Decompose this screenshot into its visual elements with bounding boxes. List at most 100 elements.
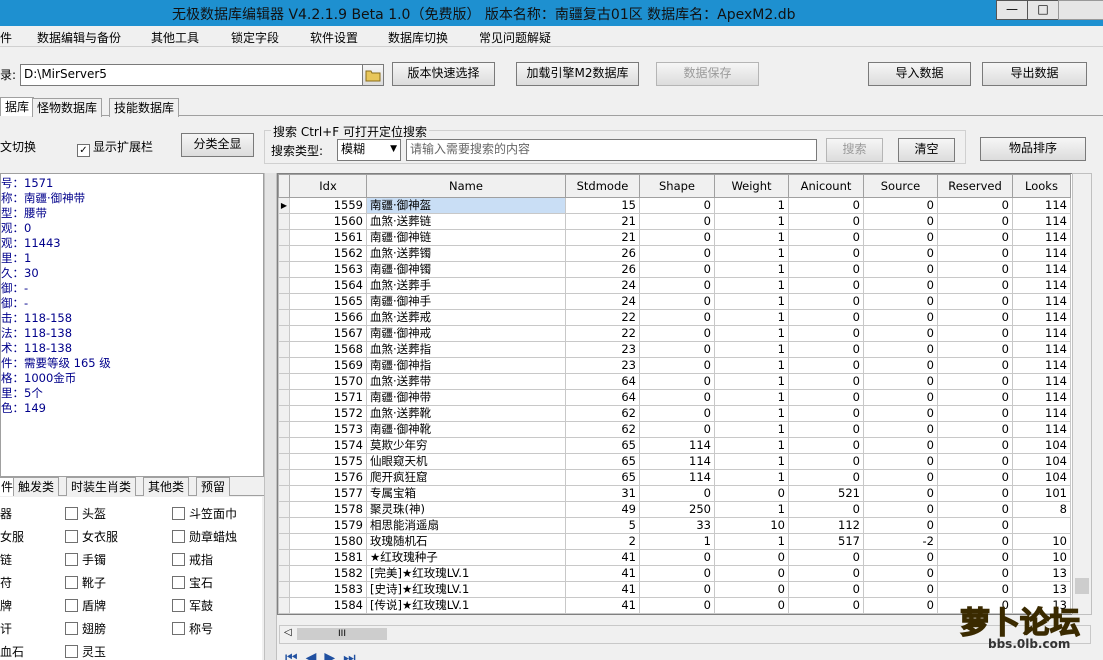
table-row[interactable]: 1580 玫瑰随机石 2 1 1 517 -2 0 10 — [278, 533, 1071, 550]
clear-button[interactable]: 清空 — [898, 138, 955, 162]
table-cell[interactable]: 26 — [565, 261, 640, 278]
table-cell[interactable]: 0 — [863, 453, 938, 470]
table-cell[interactable]: 114 — [1012, 213, 1071, 230]
table-cell[interactable]: 0 — [937, 245, 1013, 262]
maximize-button[interactable]: □ — [1027, 0, 1059, 20]
table-cell[interactable]: 0 — [937, 469, 1013, 486]
table-cell[interactable]: 0 — [863, 229, 938, 246]
table-cell[interactable]: 0 — [937, 501, 1013, 518]
table-cell[interactable]: 南疆·御神镯 — [366, 261, 566, 278]
table-cell[interactable]: 1 — [714, 389, 789, 406]
save-button[interactable]: 数据保存 — [656, 62, 759, 86]
table-cell[interactable]: 0 — [937, 309, 1013, 326]
table-cell[interactable]: 1 — [639, 533, 715, 550]
table-cell[interactable]: 0 — [937, 549, 1013, 566]
export-button[interactable]: 导出数据 — [982, 62, 1087, 86]
table-cell[interactable]: 0 — [639, 341, 715, 358]
table-row[interactable]: 1568 血煞·送葬指 23 0 1 0 0 0 114 — [278, 341, 1071, 358]
table-cell[interactable]: 1 — [714, 245, 789, 262]
table-cell[interactable]: 0 — [937, 341, 1013, 358]
category-checkbox[interactable]: 头盔 — [65, 505, 106, 522]
load-m2-button[interactable]: 加载引擎M2数据库 — [516, 62, 639, 86]
table-cell[interactable]: 0 — [863, 325, 938, 342]
table-cell[interactable]: 21 — [565, 213, 640, 230]
table-cell[interactable]: 血煞·送葬链 — [366, 213, 566, 230]
row-indicator[interactable] — [278, 501, 290, 518]
table-cell[interactable]: 22 — [565, 309, 640, 326]
table-cell[interactable]: 114 — [1012, 293, 1071, 310]
search-button[interactable]: 搜索 — [826, 138, 883, 162]
table-cell[interactable]: 1 — [714, 325, 789, 342]
minimize-button[interactable]: — — [996, 0, 1028, 20]
category-checkbox[interactable]: 牌 — [0, 597, 12, 614]
row-indicator[interactable] — [278, 597, 290, 614]
category-checkbox[interactable]: 勋章蜡烛 — [172, 528, 237, 545]
table-cell[interactable]: 0 — [788, 597, 864, 614]
table-cell[interactable]: 0 — [639, 565, 715, 582]
table-row[interactable]: 1575 仙眼窥天机 65 114 1 0 0 0 104 — [278, 453, 1071, 470]
table-cell[interactable]: 0 — [639, 421, 715, 438]
column-header[interactable]: Stdmode — [565, 174, 640, 198]
table-cell[interactable]: 1 — [714, 261, 789, 278]
table-cell[interactable]: 10 — [1012, 533, 1071, 550]
table-cell[interactable]: 41 — [565, 565, 640, 582]
table-cell[interactable]: 0 — [788, 389, 864, 406]
table-cell[interactable]: 1577 — [289, 485, 367, 502]
table-cell[interactable]: 114 — [1012, 405, 1071, 422]
table-row[interactable]: 1561 南疆·御神链 21 0 1 0 0 0 114 — [278, 229, 1071, 246]
table-cell[interactable]: 1568 — [289, 341, 367, 358]
show-all-categories-button[interactable]: 分类全显 — [181, 133, 254, 157]
table-cell[interactable]: 血煞·送葬戒 — [366, 309, 566, 326]
category-checkbox[interactable]: 血石 — [0, 643, 24, 660]
row-indicator[interactable] — [278, 245, 290, 262]
table-cell[interactable]: 114 — [1012, 389, 1071, 406]
menu-other-tools[interactable]: 其他工具 — [151, 29, 199, 46]
table-cell[interactable]: 0 — [788, 405, 864, 422]
search-type-select[interactable]: 模糊 ▼ — [337, 139, 401, 161]
table-cell[interactable]: 0 — [788, 229, 864, 246]
table-cell[interactable]: 114 — [1012, 229, 1071, 246]
table-cell[interactable]: 521 — [788, 485, 864, 502]
version-select-button[interactable]: 版本快速选择 — [392, 62, 495, 86]
table-cell[interactable]: 114 — [639, 469, 715, 486]
table-cell[interactable]: 41 — [565, 549, 640, 566]
table-cell[interactable]: 0 — [863, 373, 938, 390]
table-cell[interactable]: 0 — [639, 277, 715, 294]
category-checkbox[interactable]: 盾牌 — [65, 597, 106, 614]
table-cell[interactable]: 23 — [565, 357, 640, 374]
row-indicator[interactable] — [278, 485, 290, 502]
item-data-grid[interactable]: Idx Name Stdmode Shape Weight Anicount S… — [277, 173, 1074, 615]
tab-items[interactable]: 据库 — [0, 97, 35, 116]
table-cell[interactable]: 0 — [937, 453, 1013, 470]
table-cell[interactable]: 0 — [788, 245, 864, 262]
table-cell[interactable]: 1 — [714, 229, 789, 246]
table-cell[interactable]: 0 — [937, 197, 1013, 214]
row-indicator[interactable] — [278, 309, 290, 326]
table-cell[interactable]: 1569 — [289, 357, 367, 374]
table-row[interactable]: 1577 专属宝箱 31 0 0 521 0 0 101 — [278, 485, 1071, 502]
table-cell[interactable]: 64 — [565, 389, 640, 406]
table-cell[interactable]: 8 — [1012, 501, 1071, 518]
table-cell[interactable]: 1564 — [289, 277, 367, 294]
table-cell[interactable]: 1 — [714, 437, 789, 454]
category-checkbox[interactable]: 称号 — [172, 620, 213, 637]
table-cell[interactable]: [完美]★红玫瑰LV.1 — [366, 565, 566, 582]
row-indicator[interactable] — [278, 453, 290, 470]
table-cell[interactable]: 0 — [788, 309, 864, 326]
table-cell[interactable]: 0 — [863, 405, 938, 422]
table-cell[interactable]: 0 — [714, 549, 789, 566]
table-cell[interactable]: 0 — [788, 197, 864, 214]
table-cell[interactable]: 1580 — [289, 533, 367, 550]
table-cell[interactable]: 1565 — [289, 293, 367, 310]
table-cell[interactable]: 1 — [714, 533, 789, 550]
table-cell[interactable]: 南疆·御神链 — [366, 229, 566, 246]
row-indicator[interactable] — [278, 325, 290, 342]
table-cell[interactable]: 0 — [863, 389, 938, 406]
table-cell[interactable]: 1567 — [289, 325, 367, 342]
table-row[interactable]: 1576 爬开疯狂窟 65 114 1 0 0 0 104 — [278, 469, 1071, 486]
table-row[interactable]: 1563 南疆·御神镯 26 0 1 0 0 0 114 — [278, 261, 1071, 278]
table-cell[interactable]: 1576 — [289, 469, 367, 486]
table-row[interactable]: 1567 南疆·御神戒 22 0 1 0 0 0 114 — [278, 325, 1071, 342]
table-cell[interactable]: 0 — [639, 261, 715, 278]
table-cell[interactable]: 0 — [639, 245, 715, 262]
